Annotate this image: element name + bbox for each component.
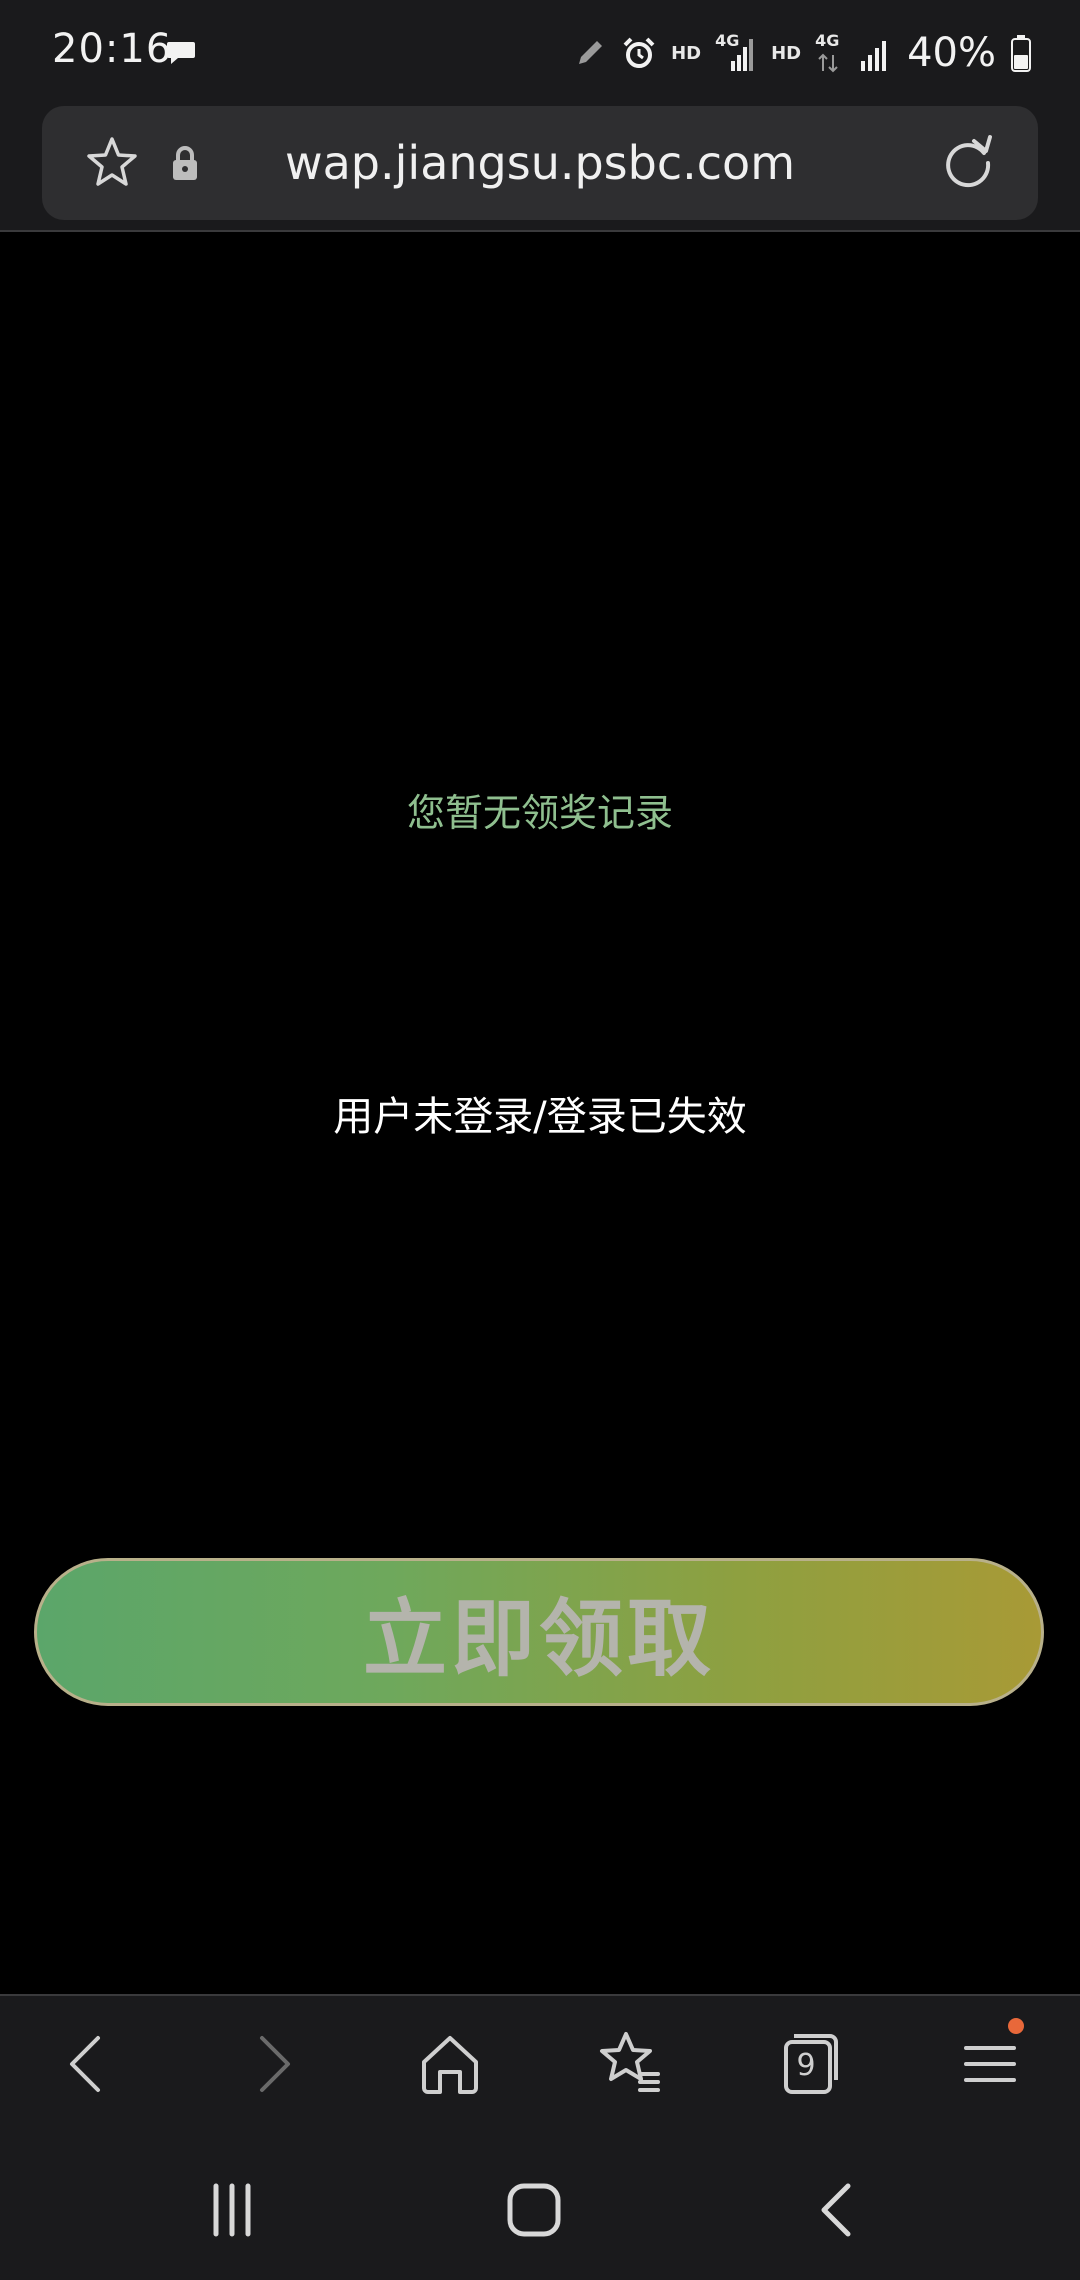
menu-notification-dot [1008,2018,1024,2034]
browser-toolbar: 9 [0,1994,1080,2136]
system-navigation-bar [0,2136,1080,2280]
no-record-message: 您暂无领奖记录 [406,791,673,835]
menu-button[interactable] [950,2018,1030,2104]
address-bar[interactable]: wap.jiangsu.psbc.com [42,106,1038,220]
claim-now-button[interactable]: 立即领取 [34,1558,1044,1706]
tab-count: 9 [796,2048,816,2083]
hd-label-1: HD [671,42,702,64]
data-arrows-icon [818,53,838,73]
battery-percent: 40% [907,30,996,76]
screen: 20:16 HD 4G HD 4G 40% wap.jiangsu.psbc.c… [0,0,1080,2280]
back-arrow-icon[interactable] [48,2024,128,2104]
battery-icon [1011,35,1031,72]
reload-icon[interactable] [938,133,998,193]
tabs-button[interactable]: 9 [770,2024,850,2104]
forward-arrow-icon[interactable] [232,2024,312,2104]
status-icons: HD 4G HD 4G 40% [573,28,1032,78]
signal-bars-icon-2 [861,41,887,71]
status-bar: 20:16 HD 4G HD 4G 40% [0,0,1080,104]
back-nav-icon[interactable] [798,2170,878,2250]
hd-label-2: HD [771,42,802,64]
web-page-content: 您暂无领奖记录 用户未登录/登录已失效 立即领取 [0,232,1080,1994]
recent-apps-icon[interactable] [192,2170,272,2250]
login-status-message: 用户未登录/登录已失效 [333,1094,747,1140]
url-text[interactable]: wap.jiangsu.psbc.com [202,106,878,220]
home-nav-icon[interactable] [494,2170,574,2250]
signal-bars-icon [731,39,754,71]
lock-icon[interactable] [170,144,200,182]
browser-address-area: wap.jiangsu.psbc.com [0,104,1080,232]
signal-4g-1: 4G [715,33,757,73]
signal-4g-2: 4G [815,33,845,73]
bookmarks-icon[interactable] [590,2024,670,2104]
bookmark-star-icon[interactable] [82,133,142,193]
message-notification-icon [167,42,195,64]
alarm-icon [623,37,655,68]
status-time: 20:16 [52,26,173,72]
menu-icon [964,2046,1016,2082]
claim-now-button-label: 立即领取 [362,1589,715,1688]
pen-icon [579,41,603,64]
home-icon[interactable] [410,2024,490,2104]
